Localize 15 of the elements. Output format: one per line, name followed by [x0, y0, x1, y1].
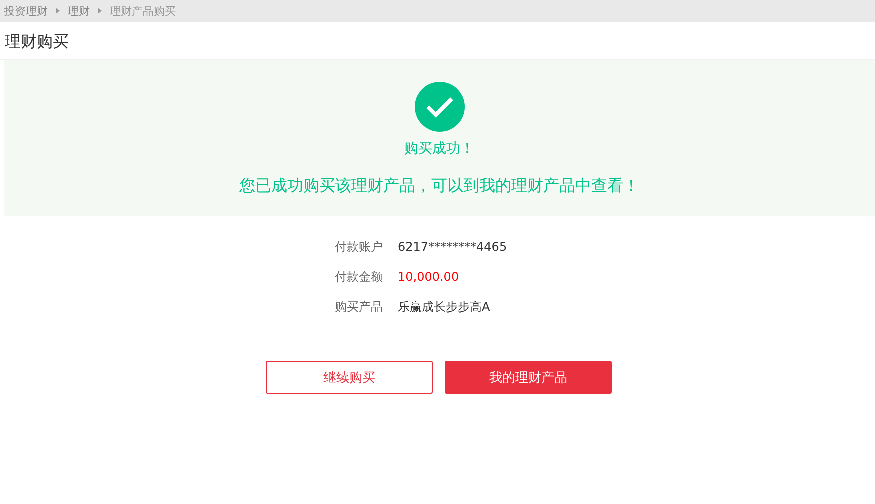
action-button[interactable]: 我的理财产品 [445, 361, 612, 394]
detail-label: 付款账户 [334, 239, 383, 256]
caret-icon [56, 8, 60, 14]
detail-value: 10,000.00 [398, 269, 460, 286]
action-button[interactable]: 继续购买 [266, 361, 433, 394]
breadcrumb-link[interactable]: 理财 [68, 4, 90, 18]
breadcrumb-link[interactable]: 投资理财 [4, 4, 48, 18]
success-headline: 购买成功！ [404, 140, 474, 158]
success-message: 您已成功购买该理财产品，可以到我的理财产品中查看！ [240, 176, 640, 197]
breadcrumb-link[interactable]: 理财产品购买 [110, 4, 176, 18]
detail-label: 付款金额 [334, 269, 383, 286]
caret-icon [98, 8, 102, 14]
detail-label: 购买产品 [334, 299, 383, 316]
detail-value: 乐赢成长步步高A [398, 299, 490, 316]
detail-value: 6217********4465 [398, 239, 508, 256]
